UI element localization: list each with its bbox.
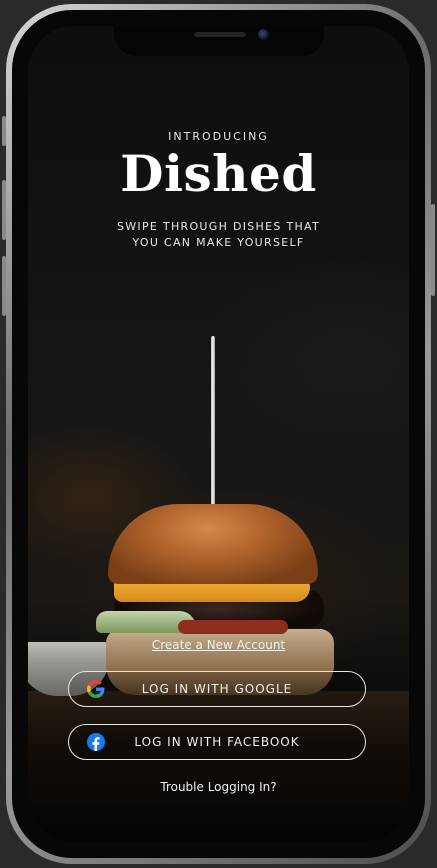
intro-eyebrow: INTRODUCING [168, 130, 269, 143]
create-account-link[interactable]: Create a New Account [28, 638, 409, 652]
silent-switch [2, 116, 6, 146]
power-button [431, 204, 435, 296]
trouble-logging-in-link[interactable]: Trouble Logging In? [28, 780, 409, 794]
front-camera [258, 29, 269, 40]
app-tagline: SWIPE THROUGH DISHES THAT YOU CAN MAKE Y… [116, 220, 321, 249]
volume-up-button [2, 180, 6, 240]
facebook-login-label: LOG IN WITH FACEBOOK [134, 735, 300, 749]
facebook-login-button[interactable]: LOG IN WITH FACEBOOK [68, 724, 366, 760]
google-login-label: LOG IN WITH GOOGLE [141, 682, 293, 696]
speaker-grille [194, 32, 246, 37]
app-screen: INTRODUCING Dished SWIPE THROUGH DISHES … [28, 26, 409, 842]
volume-down-button [2, 256, 6, 316]
app-title: Dished [120, 144, 317, 203]
google-login-button[interactable]: LOG IN WITH GOOGLE [68, 671, 366, 707]
phone-notch [114, 26, 324, 56]
